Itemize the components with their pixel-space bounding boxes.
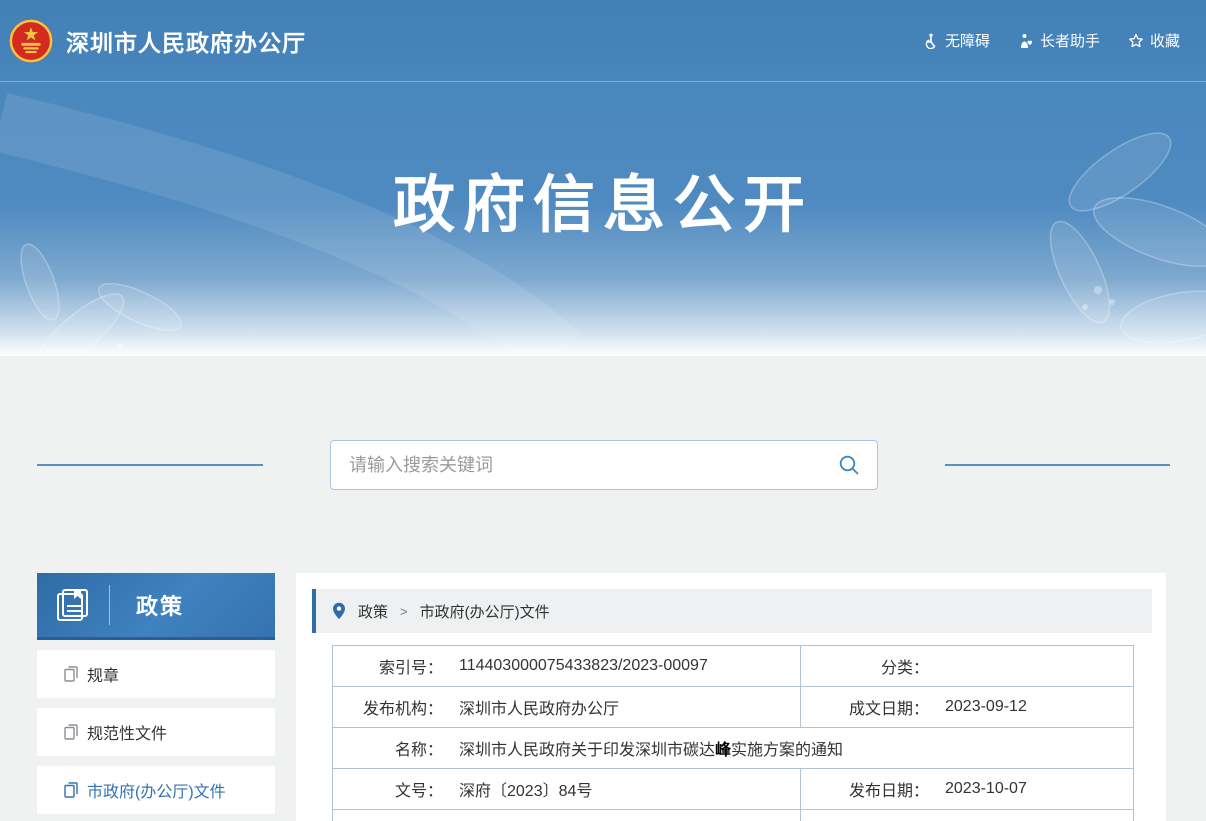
publish-date-value: 2023-10-07: [945, 780, 1027, 798]
sidebar-header-divider: [109, 585, 110, 625]
sidebar: 政策 规章 规范性文件 市政府(办公厅)文件: [37, 573, 275, 814]
highlighted-keyword: 峰: [715, 742, 731, 759]
favorite-label: 收藏: [1150, 30, 1180, 51]
sidebar-item-label: 规章: [87, 662, 119, 686]
document-name-label: 名称：: [333, 736, 443, 760]
search-icon: [838, 454, 860, 476]
issuer-label: 发布机构：: [333, 695, 443, 719]
main-panel: 政策 > 市政府(办公厅)文件 索引号： 114403000075433823/…: [296, 573, 1166, 821]
publish-date-label: 发布日期：: [801, 777, 929, 801]
sidebar-item-label: 市政府(办公厅)文件: [87, 778, 226, 802]
elder-assist-link[interactable]: 长者助手: [1018, 30, 1100, 51]
document-name-value: 深圳市人民政府关于印发深圳市碳达峰实施方案的通知: [459, 736, 843, 760]
content-section: 政策 规章 规范性文件 市政府(办公厅)文件: [0, 356, 1206, 821]
index-number-value: 114403000075433823/2023-00097: [459, 657, 708, 675]
table-row: 名称： 深圳市人民政府关于印发深圳市碳达峰实施方案的通知: [333, 728, 1134, 769]
document-metadata-table: 索引号： 114403000075433823/2023-00097 分类： 发…: [332, 645, 1134, 821]
document-icon: [64, 724, 79, 740]
document-icon: [64, 782, 79, 798]
doc-number-label: 文号：: [333, 777, 443, 801]
table-row: 索引号： 114403000075433823/2023-00097 分类：: [333, 646, 1134, 687]
search-right-divider: [945, 464, 1170, 466]
breadcrumb: 政策 > 市政府(办公厅)文件: [312, 589, 1152, 633]
written-date-value: 2023-09-12: [945, 698, 1027, 716]
index-number-label: 索引号：: [333, 654, 443, 678]
doc-number-value: 深府〔2023〕84号: [459, 777, 592, 801]
sidebar-item-regulations[interactable]: 规章: [37, 650, 275, 698]
top-header-bar: 深圳市人民政府办公厅 无障碍 长者助手 收藏: [0, 0, 1206, 82]
elder-assist-label: 长者助手: [1040, 30, 1100, 51]
sidebar-title: 政策: [136, 589, 184, 621]
location-pin-icon: [332, 602, 346, 620]
breadcrumb-separator: >: [400, 604, 408, 619]
category-label: 分类：: [801, 654, 929, 678]
search-button[interactable]: [821, 441, 877, 489]
issuer-value: 深圳市人民政府办公厅: [459, 695, 619, 719]
favorite-link[interactable]: 收藏: [1128, 30, 1180, 51]
search-input[interactable]: [331, 455, 821, 476]
accessibility-label: 无障碍: [945, 30, 990, 51]
national-emblem-icon: [8, 18, 54, 64]
elder-assist-icon: [1018, 33, 1034, 49]
policy-book-icon: [54, 586, 92, 624]
table-row: 文号： 深府〔2023〕84号 发布日期： 2023-10-07: [333, 769, 1134, 810]
sidebar-item-label: 规范性文件: [87, 720, 167, 744]
page-banner: 政府信息公开: [0, 82, 1206, 356]
sidebar-item-municipal-gov-docs[interactable]: 市政府(办公厅)文件: [37, 766, 275, 814]
header-links: 无障碍 长者助手 收藏: [923, 30, 1180, 51]
document-icon: [64, 666, 79, 682]
search-left-divider: [37, 464, 263, 466]
star-icon: [1128, 33, 1144, 49]
table-row: 发布机构： 深圳市人民政府办公厅 成文日期： 2023-09-12: [333, 687, 1134, 728]
written-date-label: 成文日期：: [801, 695, 929, 719]
table-row: [333, 810, 1134, 821]
breadcrumb-item-policy[interactable]: 政策: [358, 601, 388, 622]
sidebar-item-normative-docs[interactable]: 规范性文件: [37, 708, 275, 756]
breadcrumb-item-current[interactable]: 市政府(办公厅)文件: [420, 601, 550, 622]
accessibility-link[interactable]: 无障碍: [923, 30, 990, 51]
search-box: [330, 440, 878, 490]
accessibility-icon: [923, 33, 939, 49]
page-title: 政府信息公开: [0, 154, 1206, 244]
sidebar-header: 政策: [37, 573, 275, 640]
site-title: 深圳市人民政府办公厅: [66, 24, 306, 58]
